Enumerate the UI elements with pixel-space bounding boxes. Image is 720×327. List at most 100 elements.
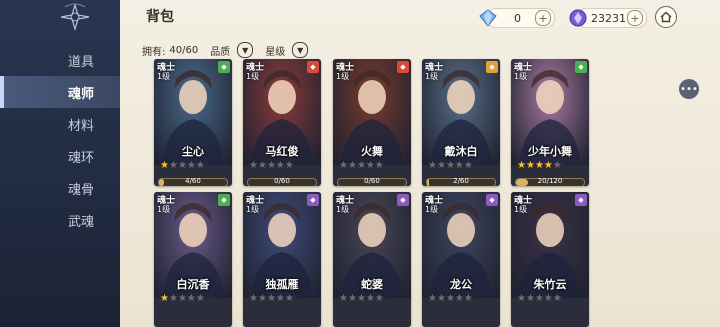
star-icon: ★ — [517, 160, 526, 171]
hero-name: 少年小舞 — [528, 145, 572, 158]
star-icon: ★ — [160, 293, 169, 304]
sidebar-nav: 道具 魂师 材料 魂环 魂骨 武魂 — [0, 44, 120, 236]
star-icon: ★ — [339, 293, 348, 304]
star-icon: ★ — [266, 293, 276, 304]
sidebar-item-soul-masters[interactable]: 魂师 — [0, 76, 120, 108]
owned-count: 40/60 — [169, 44, 199, 56]
hero-name: 朱竹云 — [533, 278, 567, 291]
sidebar-item-soul-bones[interactable]: 魂骨 — [0, 172, 120, 204]
hero-stars: ★★★★★ — [160, 293, 205, 304]
star-icon: ★ — [347, 160, 357, 171]
star-icon: ★ — [534, 293, 544, 304]
hero-card[interactable]: 魂士 1级 ◆ 马红俊 ★★★★★ 0/60 — [243, 59, 321, 186]
fire-element-icon: ◆ — [397, 61, 409, 73]
hero-card[interactable]: 魂士 1级 ◆ 白沉香 ★★★★★ — [154, 192, 232, 327]
sidebar-item-label: 武魂 — [68, 214, 95, 230]
hero-name: 戴沐白 — [444, 145, 478, 158]
star-icon: ★ — [552, 293, 562, 304]
dark-element-icon: ◆ — [486, 194, 498, 206]
hero-level: 1级 — [425, 72, 439, 81]
light-element-icon: ◆ — [486, 61, 498, 73]
star-icon: ★ — [249, 293, 258, 304]
star-icon: ★ — [463, 293, 473, 304]
hero-stars: ★★★★★ — [160, 160, 205, 171]
star-icon: ★ — [186, 293, 196, 304]
crystal-counter: 23231 + — [569, 8, 647, 28]
star-icon: ★ — [284, 293, 294, 304]
sidebar-item-items[interactable]: 道具 — [0, 44, 120, 76]
hero-card[interactable]: 魂士 1级 ◆ 尘心 ★★★★★ 4/60 — [154, 59, 232, 186]
sidebar-item-label: 魂环 — [68, 150, 95, 166]
main-panel: 背包 0 + 23231 + 拥有: 40/60 品质 ▼ 星级 ▼ ••• 魂… — [120, 0, 720, 327]
star-icon: ★ — [428, 160, 437, 171]
star-icon: ★ — [428, 293, 437, 304]
purple-crystal-icon — [568, 8, 588, 28]
shard-progress-text: 0/60 — [364, 177, 380, 185]
hero-stars: ★★★★★ — [249, 160, 294, 171]
hero-card[interactable]: 魂士 1级 ◆ 独孤雁 ★★★★★ — [243, 192, 321, 327]
star-icon: ★ — [275, 293, 285, 304]
hero-level: 1级 — [246, 72, 260, 81]
hero-stars: ★★★★★ — [339, 293, 384, 304]
filter-bar: 拥有: 40/60 品质 ▼ 星级 ▼ — [142, 42, 309, 58]
sidebar-item-materials[interactable]: 材料 — [0, 108, 120, 140]
star-icon: ★ — [195, 160, 205, 171]
page-title: 背包 — [146, 9, 174, 25]
sidebar-item-label: 魂师 — [68, 86, 95, 102]
hero-level: 1级 — [336, 72, 350, 81]
star-icon: ★ — [284, 160, 294, 171]
hero-level: 1级 — [157, 72, 171, 81]
sidebar-item-soul-rings[interactable]: 魂环 — [0, 140, 120, 172]
shard-progress-bar: 2/60 — [426, 177, 496, 186]
shard-progress-bar: 20/120 — [515, 177, 585, 186]
star-icon: ★ — [534, 160, 544, 171]
chevron-down-icon: ▼ — [297, 45, 304, 55]
hero-card[interactable]: 魂士 1级 ◆ 少年小舞 ★★★★★ 20/120 — [511, 59, 589, 186]
shard-progress-text: 2/60 — [453, 177, 469, 185]
hero-level: 1级 — [425, 205, 439, 214]
star-icon: ★ — [445, 160, 455, 171]
home-icon — [660, 8, 672, 27]
hero-name: 蛇婆 — [361, 278, 383, 291]
quality-dropdown-button[interactable]: ▼ — [237, 42, 254, 58]
star-dropdown-button[interactable]: ▼ — [292, 42, 309, 58]
chat-bubble-icon: ••• — [680, 83, 698, 95]
hero-card[interactable]: 魂士 1级 ◆ 火舞 ★★★★★ 0/60 — [333, 59, 411, 186]
star-icon: ★ — [177, 160, 187, 171]
hero-card[interactable]: 魂士 1级 ◆ 蛇婆 ★★★★★ — [333, 192, 411, 327]
star-icon: ★ — [257, 293, 267, 304]
shard-progress-bar: 0/60 — [247, 177, 317, 186]
dark-element-icon: ◆ — [575, 194, 587, 206]
star-icon: ★ — [463, 160, 473, 171]
hero-card[interactable]: 魂士 1级 ◆ 龙公 ★★★★★ — [422, 192, 500, 327]
add-crystal-button[interactable]: + — [627, 10, 643, 26]
hero-card[interactable]: 魂士 1级 ◆ 戴沐白 ★★★★★ 2/60 — [422, 59, 500, 186]
tree-element-icon: ◆ — [218, 61, 230, 73]
star-filter-label: 星级 — [265, 46, 286, 58]
hero-name: 独孤雁 — [265, 278, 299, 291]
diamond-amount: 0 — [514, 11, 521, 25]
star-icon: ★ — [517, 293, 526, 304]
crystal-amount: 23231 — [591, 11, 626, 25]
star-icon: ★ — [168, 160, 178, 171]
star-icon: ★ — [186, 160, 196, 171]
home-button[interactable] — [655, 6, 677, 28]
star-icon: ★ — [257, 160, 267, 171]
chat-button[interactable]: ••• — [679, 79, 699, 99]
hero-name: 龙公 — [450, 278, 472, 291]
star-icon: ★ — [195, 293, 205, 304]
star-icon: ★ — [374, 160, 384, 171]
hero-level: 1级 — [514, 205, 528, 214]
hero-card[interactable]: 魂士 1级 ◆ 朱竹云 ★★★★★ — [511, 192, 589, 327]
diamond-icon — [478, 8, 498, 28]
star-icon: ★ — [445, 293, 455, 304]
hero-name: 火舞 — [361, 145, 383, 158]
add-diamond-button[interactable]: + — [535, 10, 551, 26]
hero-stars: ★★★★★ — [249, 293, 294, 304]
hero-level: 1级 — [336, 205, 350, 214]
sidebar-item-martial-souls[interactable]: 武魂 — [0, 204, 120, 236]
hero-stars: ★★★★★ — [428, 160, 473, 171]
star-icon: ★ — [365, 293, 375, 304]
shard-progress-bar: 0/60 — [337, 177, 407, 186]
star-icon: ★ — [249, 160, 258, 171]
